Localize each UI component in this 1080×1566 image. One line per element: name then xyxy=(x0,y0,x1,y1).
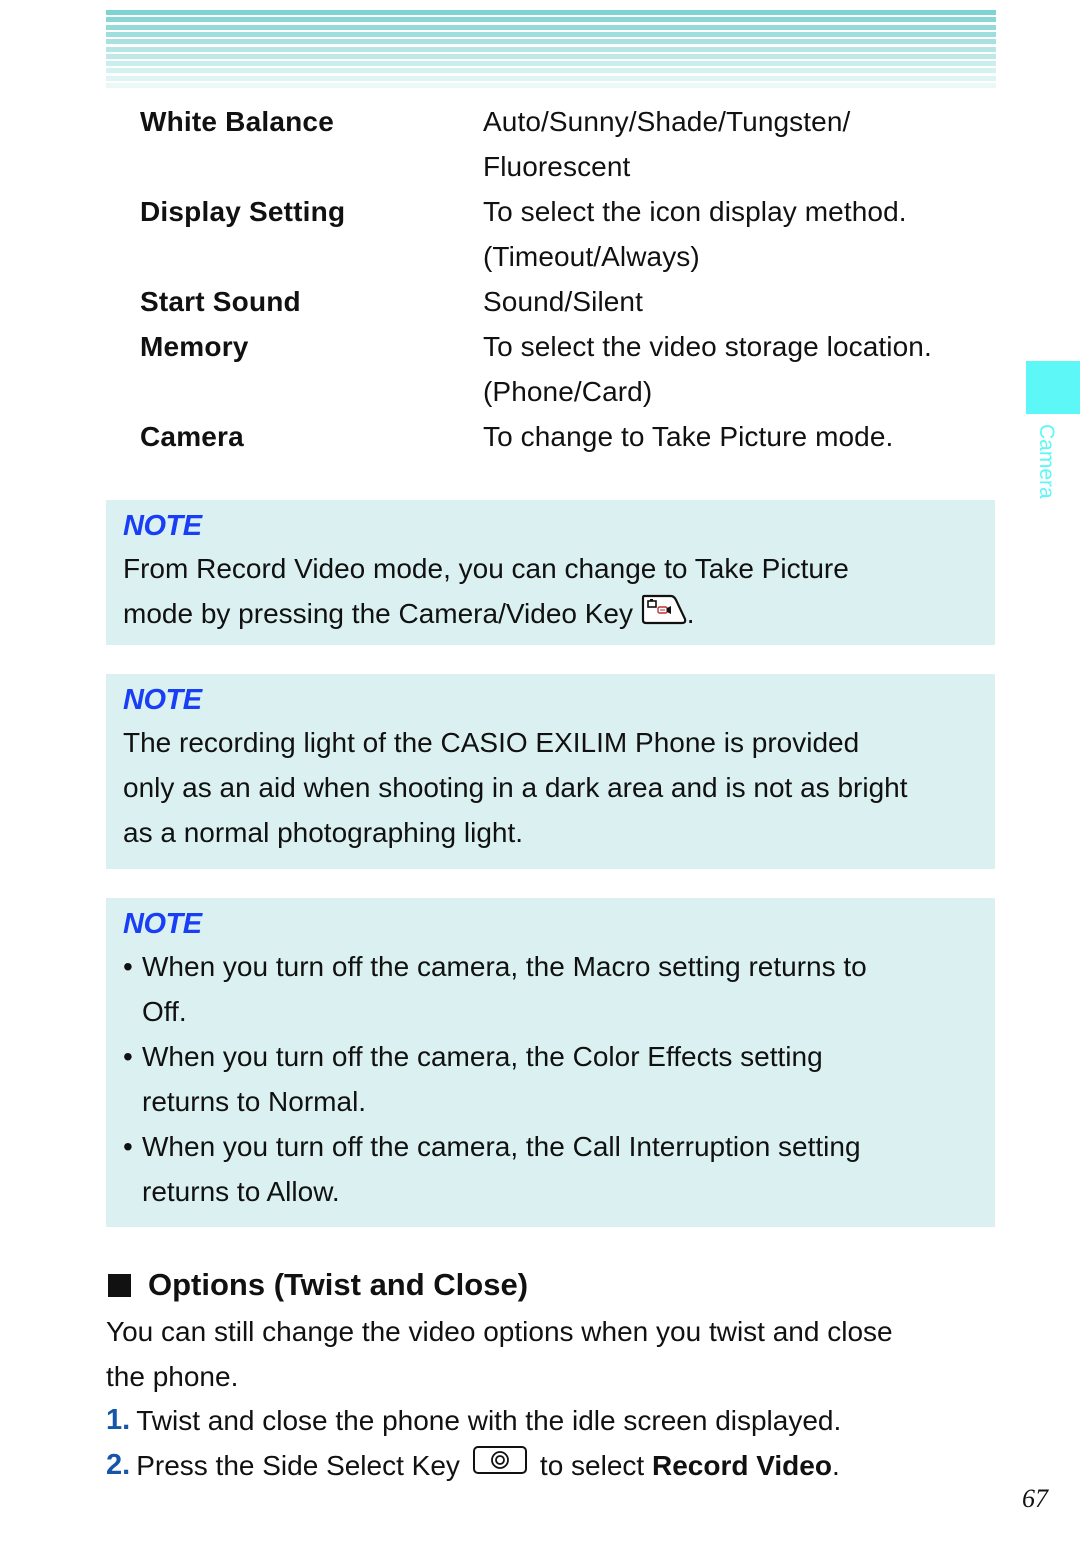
note-line-with-icon: mode by pressing the Camera/Video Key . xyxy=(123,591,979,638)
note-bullet-item: • When you turn off the camera, the Colo… xyxy=(123,1034,979,1124)
square-bullet-icon xyxy=(108,1273,131,1297)
header-stripe xyxy=(106,53,996,59)
note-line: The recording light of the CASIO EXILIM … xyxy=(123,727,860,758)
chapter-tab-label: Camera xyxy=(1020,424,1060,514)
bullet-line: When you turn off the camera, the Call I… xyxy=(142,1131,861,1162)
setting-value-line: Fluorescent xyxy=(483,151,631,182)
step-text: to select xyxy=(539,1450,645,1481)
note-line: only as an aid when shooting in a dark a… xyxy=(123,772,908,803)
setting-row-display-setting: Display Setting To select the icon displ… xyxy=(140,189,1000,279)
note-box-3: NOTE • When you turn off the camera, the… xyxy=(106,898,995,1227)
camera-video-key-icon xyxy=(641,593,687,638)
note-bullet-item: • When you turn off the camera, the Macr… xyxy=(123,944,979,1034)
setting-label: White Balance xyxy=(140,106,334,137)
setting-label: Camera xyxy=(140,421,244,452)
chapter-tab-text: Camera xyxy=(1035,424,1058,499)
note-bullet-item: • When you turn off the camera, the Call… xyxy=(123,1124,979,1214)
note-title: NOTE xyxy=(123,684,202,716)
intro-line: the phone. xyxy=(106,1361,239,1392)
setting-value-line: To select the video storage location. xyxy=(483,331,932,362)
bullet-icon: • xyxy=(123,951,133,982)
step-2: 2. Press the Side Select Key to select R… xyxy=(106,1443,840,1488)
header-stripe xyxy=(106,75,996,81)
setting-value: To select the video storage location. (P… xyxy=(483,324,932,414)
setting-value-line: To change to Take Picture mode. xyxy=(483,421,894,452)
setting-value: Sound/Silent xyxy=(483,279,643,324)
note-line: as a normal photographing light. xyxy=(123,817,524,848)
setting-value-line: (Phone/Card) xyxy=(483,376,653,407)
setting-value-line: To select the icon display method. xyxy=(483,196,907,227)
note-line: mode by pressing the Camera/Video Key xyxy=(123,598,633,629)
note-line: From Record Video mode, you can change t… xyxy=(123,553,849,584)
step-bold-term: Record Video xyxy=(651,1450,832,1481)
section-intro: You can still change the video options w… xyxy=(106,1309,986,1399)
bullet-line: When you turn off the camera, the Macro … xyxy=(142,951,867,982)
step-text: Press the Side Select Key xyxy=(136,1450,460,1481)
header-stripe xyxy=(106,10,996,15)
header-stripe xyxy=(106,17,996,23)
setting-label: Start Sound xyxy=(140,286,301,317)
setting-value-line: Sound/Silent xyxy=(483,286,643,317)
page-number: 67 xyxy=(1022,1484,1048,1513)
step-punctuation: . xyxy=(831,1450,840,1481)
section-title-text: Options (Twist and Close) xyxy=(148,1267,529,1302)
bullet-line: returns to Allow. xyxy=(142,1176,340,1207)
setting-value: To change to Take Picture mode. xyxy=(483,414,893,459)
bullet-line: returns to Normal. xyxy=(142,1086,367,1117)
note-box-1: NOTE From Record Video mode, you can cha… xyxy=(106,500,995,645)
header-stripe xyxy=(106,24,996,30)
intro-line: You can still change the video options w… xyxy=(106,1316,893,1347)
setting-value-line: (Timeout/Always) xyxy=(483,241,700,272)
note-title: NOTE xyxy=(123,908,202,940)
step-1: 1. Twist and close the phone with the id… xyxy=(106,1398,841,1443)
setting-value-line: Auto/Sunny/Shade/Tungsten/ xyxy=(483,106,851,137)
header-stripe xyxy=(106,39,996,45)
header-stripe xyxy=(106,46,996,52)
setting-row-white-balance: White Balance Auto/Sunny/Shade/Tungsten/… xyxy=(140,99,1000,189)
setting-value: Auto/Sunny/Shade/Tungsten/ Fluorescent xyxy=(483,99,850,189)
setting-label: Memory xyxy=(140,331,249,362)
step-number: 2. xyxy=(106,1449,131,1481)
header-stripe xyxy=(106,61,996,67)
setting-value: To select the icon display method. (Time… xyxy=(483,189,907,279)
setting-row-start-sound: Start Sound Sound/Silent xyxy=(140,279,1000,324)
note-box-2: NOTE The recording light of the CASIO EX… xyxy=(106,674,995,869)
bullet-line: Off. xyxy=(142,996,187,1027)
header-stripe xyxy=(106,83,996,88)
bullet-icon: • xyxy=(123,1041,133,1072)
side-select-key-icon xyxy=(472,1443,528,1488)
note-title: NOTE xyxy=(123,510,202,542)
setting-row-memory: Memory To select the video storage locat… xyxy=(140,324,1000,414)
bullet-icon: • xyxy=(123,1131,133,1162)
section-heading: Options (Twist and Close) xyxy=(108,1264,528,1306)
step-number: 1. xyxy=(106,1404,131,1436)
setting-label: Display Setting xyxy=(140,196,346,227)
header-stripe xyxy=(106,68,996,74)
chapter-tab-marker xyxy=(1026,361,1080,414)
header-stripe xyxy=(106,31,996,37)
header-stripes xyxy=(106,10,996,88)
bullet-line: When you turn off the camera, the Color … xyxy=(142,1041,823,1072)
step-text: Twist and close the phone with the idle … xyxy=(136,1405,842,1436)
note-punctuation: . xyxy=(686,598,695,629)
settings-table: White Balance Auto/Sunny/Shade/Tungsten/… xyxy=(140,99,1000,459)
setting-row-camera: Camera To change to Take Picture mode. xyxy=(140,414,1000,459)
